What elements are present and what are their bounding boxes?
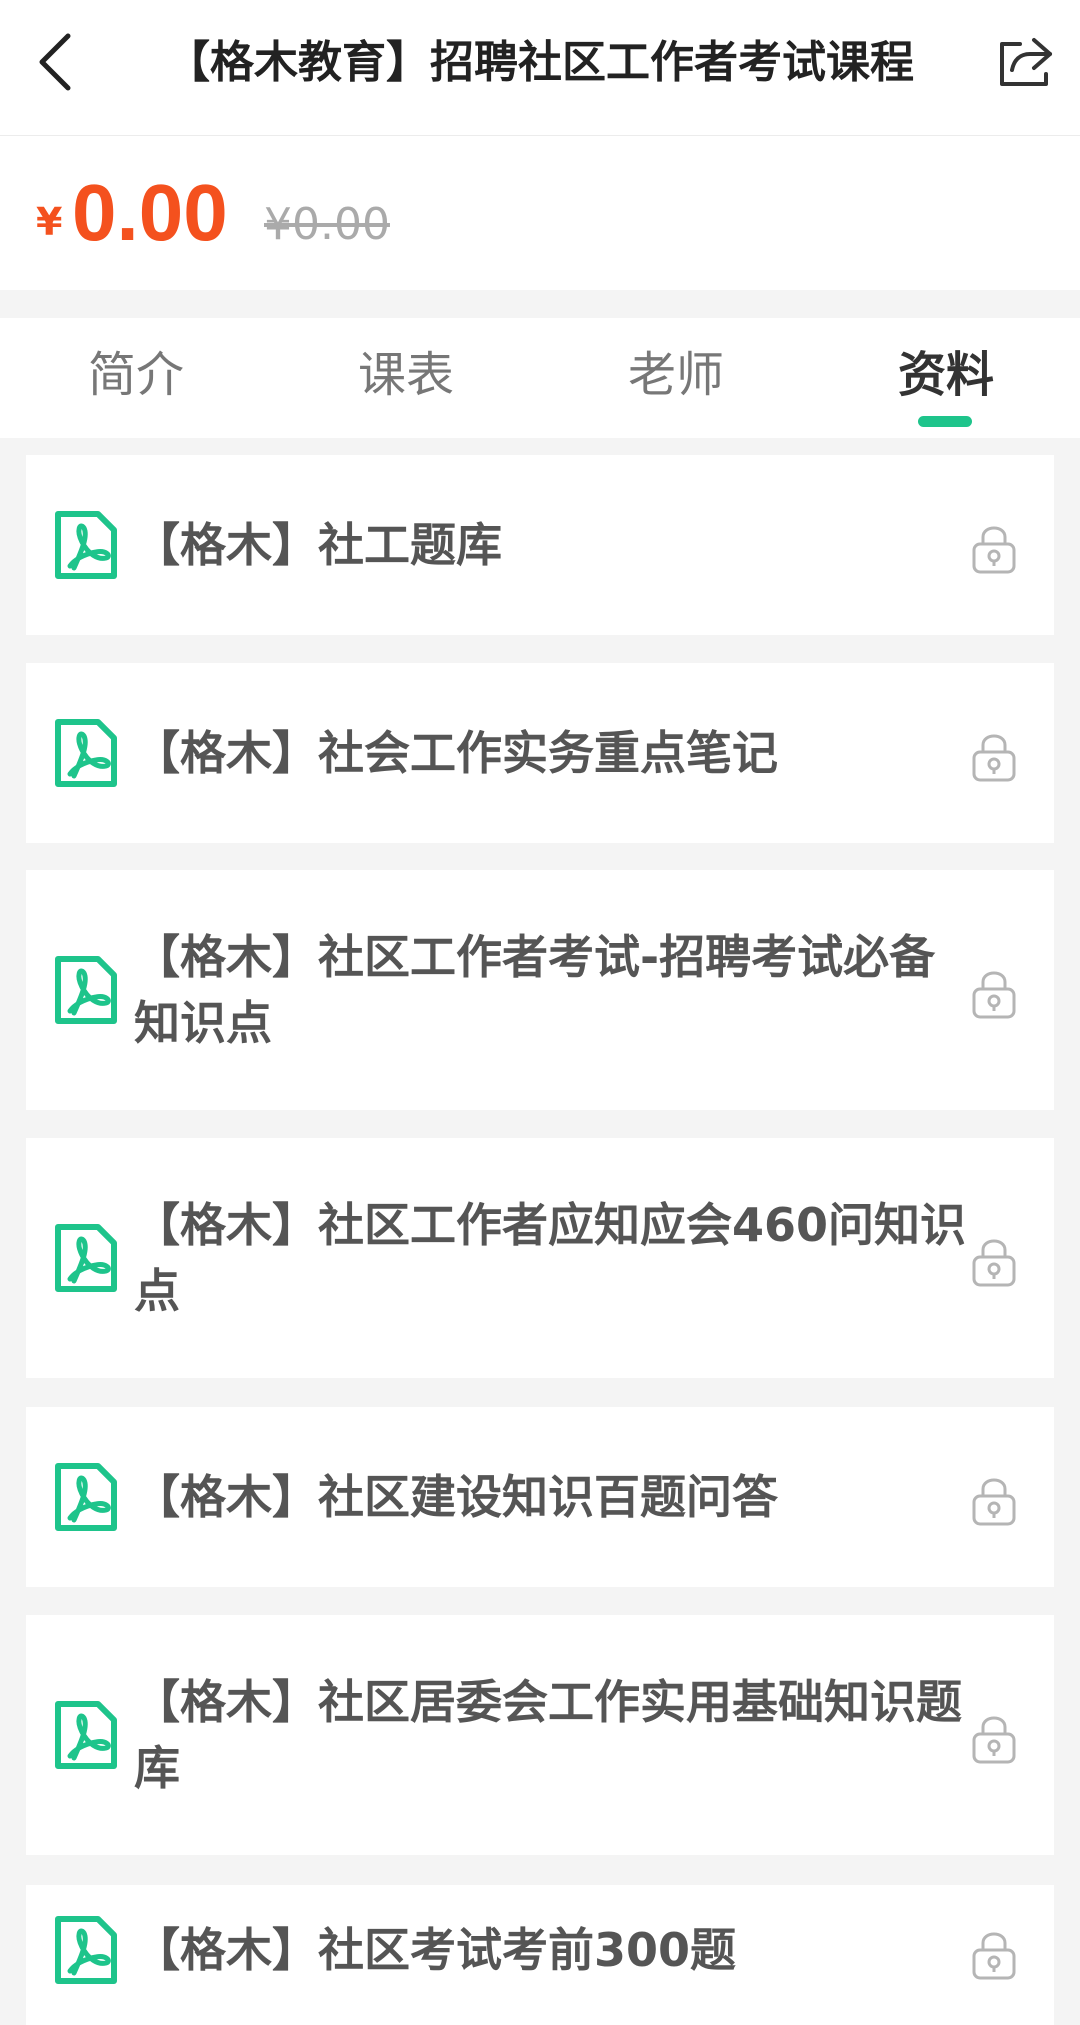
- pdf-icon: [55, 719, 117, 787]
- list-item[interactable]: 【格木】社区建设知识百题问答: [26, 1407, 1054, 1587]
- pdf-icon: [55, 1224, 117, 1292]
- lock-icon: [972, 1239, 1016, 1287]
- back-button[interactable]: [28, 28, 84, 96]
- lock-icon: [972, 1716, 1016, 1764]
- list-item[interactable]: 【格木】社会工作实务重点笔记: [26, 663, 1054, 843]
- material-title: 【格木】社区考试考前300题: [134, 1923, 737, 1977]
- share-button[interactable]: [994, 30, 1058, 94]
- lock-icon: [972, 526, 1016, 574]
- pdf-icon: [55, 1463, 117, 1531]
- list-item[interactable]: 【格木】社区工作者应知应会460问知识点: [26, 1138, 1054, 1378]
- top-bar: 【格木教育】招聘社区工作者考试课程: [0, 0, 1080, 136]
- tab-intro[interactable]: 简介: [36, 340, 236, 410]
- pdf-icon: [55, 1916, 117, 1984]
- tab-teachers[interactable]: 老师: [576, 340, 776, 410]
- material-title: 【格木】社会工作实务重点笔记: [134, 726, 778, 780]
- material-title: 【格木】社区居委会工作实用基础知识题库: [134, 1675, 962, 1795]
- material-title: 【格木】社区工作者考试-招聘考试必备知识点: [134, 930, 936, 1050]
- share-icon: [1000, 38, 1052, 86]
- original-price: ¥0.00: [264, 199, 390, 250]
- list-item[interactable]: 【格木】社工题库: [26, 455, 1054, 635]
- list-item[interactable]: 【格木】社区考试考前300题: [26, 1885, 1054, 2025]
- pdf-icon: [55, 956, 117, 1024]
- material-title: 【格木】社区建设知识百题问答: [134, 1470, 778, 1524]
- lock-icon: [972, 734, 1016, 782]
- chevron-left-icon: [39, 33, 71, 91]
- active-tab-indicator: [918, 416, 972, 427]
- lock-icon: [972, 1478, 1016, 1526]
- lock-icon: [972, 1932, 1016, 1980]
- material-title: 【格木】社区工作者应知应会460问知识点: [134, 1198, 967, 1318]
- pdf-icon: [55, 1701, 117, 1769]
- page-title: 【格木教育】招聘社区工作者考试课程: [166, 37, 914, 88]
- list-item[interactable]: 【格木】社区工作者考试-招聘考试必备知识点: [26, 870, 1054, 1110]
- material-title: 【格木】社工题库: [134, 518, 502, 572]
- tab-materials[interactable]: 资料: [846, 340, 1046, 410]
- currency-symbol: ¥: [36, 200, 63, 244]
- lock-icon: [972, 971, 1016, 1019]
- pdf-icon: [55, 511, 117, 579]
- list-item[interactable]: 【格木】社区居委会工作实用基础知识题库: [26, 1615, 1054, 1855]
- current-price: 0.00: [72, 168, 228, 257]
- tab-schedule[interactable]: 课表: [306, 340, 506, 410]
